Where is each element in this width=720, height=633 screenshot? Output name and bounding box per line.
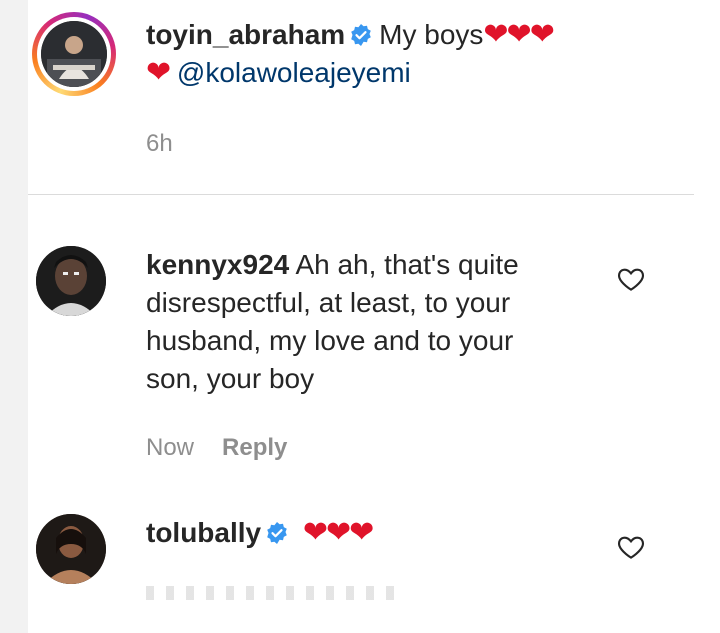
heart-outline-icon[interactable] — [616, 532, 646, 562]
post-username[interactable]: toyin_abraham — [146, 19, 345, 50]
avatar-photo — [41, 21, 107, 87]
comment-username[interactable]: kennyx924 — [146, 249, 289, 280]
divider — [28, 194, 694, 195]
story-ring[interactable] — [32, 12, 116, 96]
avatar-photo — [36, 246, 106, 316]
comments-panel: toyin_abraham My boys❤❤❤ ❤ @kolawoleajeye… — [28, 0, 720, 633]
post-timestamp: 6h — [146, 130, 173, 157]
caption-text: toyin_abraham My boys❤❤❤ ❤ @kolawoleajeye… — [146, 16, 566, 92]
verified-badge-icon — [267, 522, 287, 544]
comment-text: tolubally ❤❤❤ — [146, 514, 566, 552]
avatar[interactable] — [36, 246, 106, 316]
caption-hearts: ❤❤❤ — [483, 18, 554, 51]
comment-text: kennyx924 Ah ah, that's quite disrespect… — [146, 246, 566, 398]
comment-timestamp: Now — [146, 434, 195, 461]
reply-button[interactable]: Reply — [222, 434, 287, 461]
verified-badge-icon — [351, 24, 371, 46]
post-caption: toyin_abraham My boys❤❤❤ ❤ @kolawoleajeye… — [28, 0, 720, 194]
caption-body: My boys — [379, 19, 484, 50]
comment-hearts: ❤❤❤ — [302, 516, 374, 549]
heart-outline-icon[interactable] — [616, 264, 646, 294]
comment-username[interactable]: tolubally — [146, 517, 261, 548]
avatar-photo — [36, 514, 106, 584]
comment-meta: Now Reply — [146, 434, 287, 462]
mention-link[interactable]: @kolawoleajeyemi — [177, 57, 411, 88]
avatar[interactable] — [41, 21, 107, 87]
avatar[interactable] — [36, 514, 106, 584]
caption-heart: ❤ — [146, 56, 171, 89]
truncated-text — [146, 586, 396, 600]
